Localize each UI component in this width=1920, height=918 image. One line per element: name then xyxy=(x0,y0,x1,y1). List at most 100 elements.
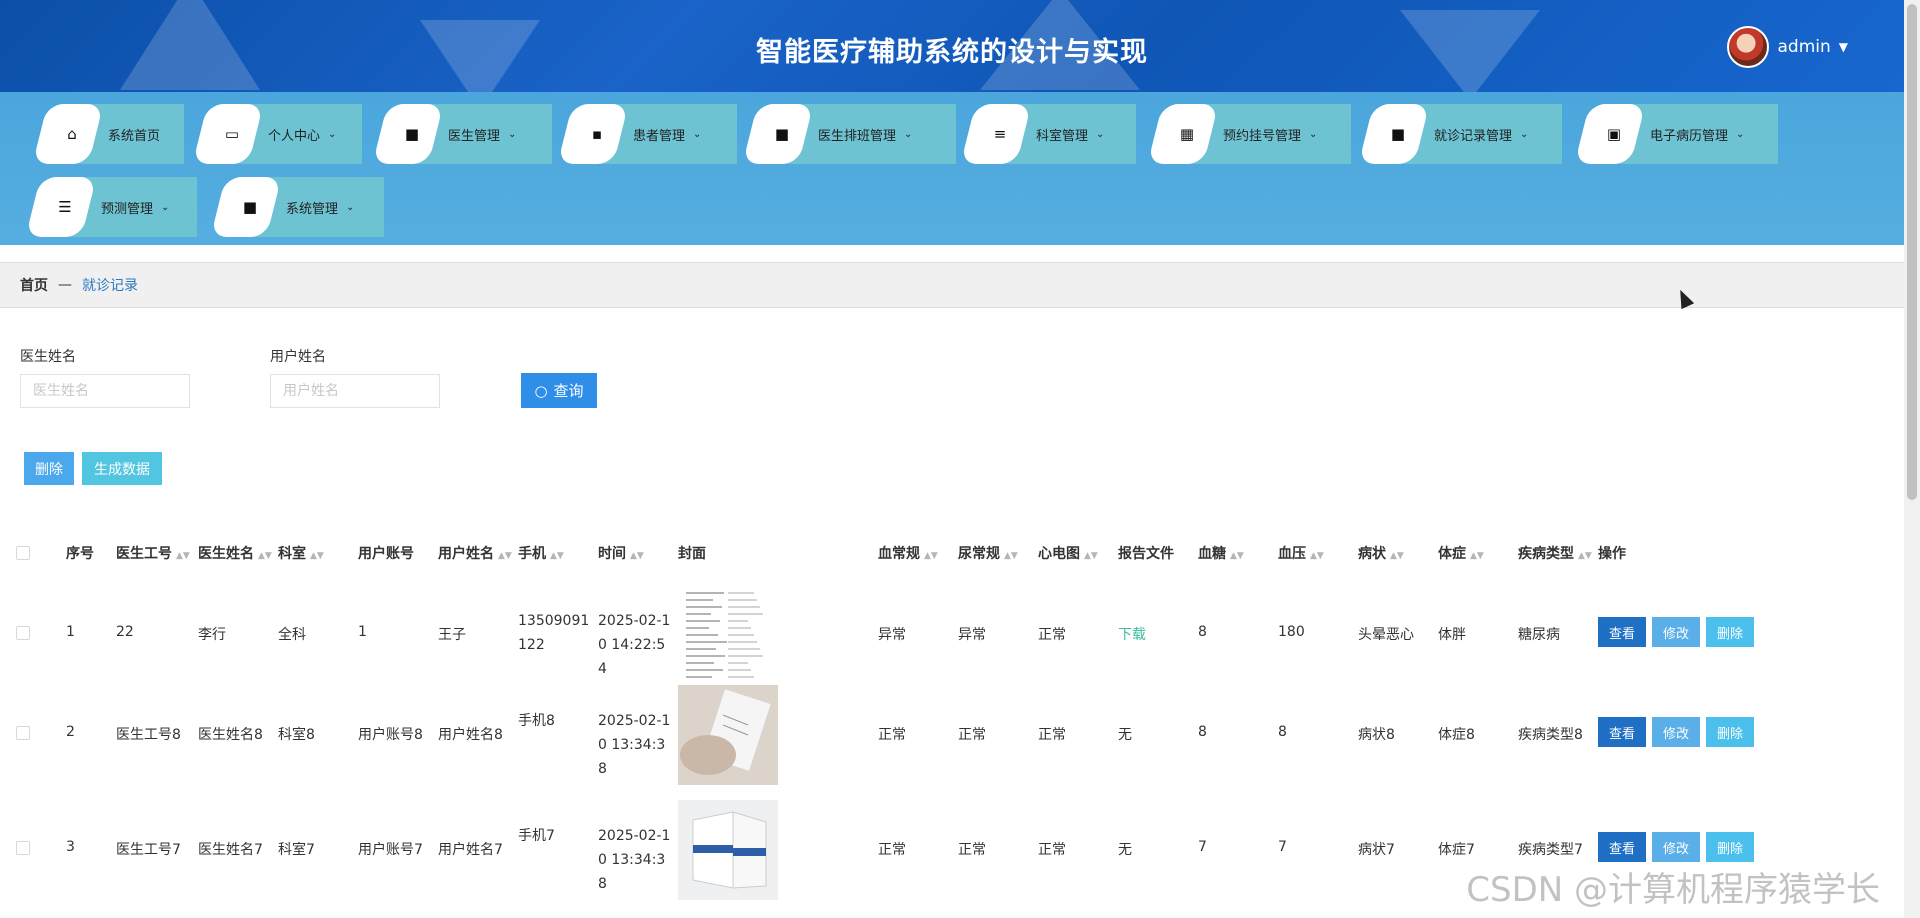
avatar xyxy=(1727,26,1770,68)
nav-label: 系统管理 xyxy=(286,201,339,217)
cell-symptom: 病状7 xyxy=(1358,842,1395,858)
cell-blood: 异常 xyxy=(878,627,906,643)
delete-button[interactable]: 删除 xyxy=(1706,717,1754,747)
row-checkbox[interactable] xyxy=(16,626,30,640)
column-header[interactable]: 医生姓名 ▲▼ xyxy=(198,543,272,563)
cell-account: 1 xyxy=(358,624,367,640)
nav-item-8[interactable]: ▣ 电子病历管理 ⌄ xyxy=(1604,104,1778,164)
view-button[interactable]: 查看 xyxy=(1598,617,1646,647)
sort-icon[interactable]: ▲▼ xyxy=(1390,551,1404,561)
briefcase-icon: ▣ xyxy=(1606,125,1622,143)
column-header[interactable]: 血糖 ▲▼ xyxy=(1198,543,1244,563)
cell-no: 1 xyxy=(66,624,75,640)
view-button[interactable]: 查看 xyxy=(1598,717,1646,747)
sort-icon[interactable]: ▲▼ xyxy=(550,551,564,561)
cell-urine: 正常 xyxy=(958,842,986,858)
edit-button[interactable]: 修改 xyxy=(1652,832,1700,862)
cell-doc_id: 医生工号7 xyxy=(116,842,181,858)
nav-item-4[interactable]: ■ 医生排班管理 ⌄ xyxy=(772,104,956,164)
wallet-icon: ▭ xyxy=(224,125,240,143)
column-header-label: 操作 xyxy=(1598,546,1626,562)
column-header[interactable]: 疾病类型 ▲▼ xyxy=(1518,543,1592,563)
nav-item-1[interactable]: ▭ 个人中心 ⌄ xyxy=(222,104,362,164)
caret-down-icon: ▼ xyxy=(1838,40,1848,54)
scroll-thumb[interactable] xyxy=(1907,4,1917,500)
cell-report[interactable]: 下载 xyxy=(1118,624,1146,644)
cell-sign: 体症7 xyxy=(1438,842,1475,858)
nav-icon-tab: ■ xyxy=(1366,104,1428,164)
sort-icon[interactable]: ▲▼ xyxy=(1470,551,1484,561)
column-header[interactable]: 时间 ▲▼ xyxy=(598,543,644,563)
column-header-label: 医生工号 xyxy=(116,546,172,562)
column-header[interactable]: 心电图 ▲▼ xyxy=(1038,543,1098,563)
nav-item-0[interactable]: ⌂ 系统首页 xyxy=(62,104,184,164)
query-button[interactable]: ○ 查询 xyxy=(521,373,597,408)
column-header-label: 时间 xyxy=(598,546,626,562)
nav-item-2[interactable]: ■ 医生管理 ⌄ xyxy=(402,104,552,164)
cell-doc_name: 李行 xyxy=(198,627,226,643)
user-menu[interactable]: admin ▼ xyxy=(1727,26,1848,68)
column-header[interactable]: 体症 ▲▼ xyxy=(1438,543,1484,563)
user-name-input[interactable] xyxy=(270,374,440,408)
sort-icon[interactable]: ▲▼ xyxy=(498,551,512,561)
column-header[interactable]: 科室 ▲▼ xyxy=(278,543,324,563)
nav-item-7[interactable]: ■ 就诊记录管理 ⌄ xyxy=(1388,104,1562,164)
delete-button[interactable]: 删除 xyxy=(1706,832,1754,862)
column-header-label: 医生姓名 xyxy=(198,546,254,562)
sort-icon[interactable]: ▲▼ xyxy=(176,551,190,561)
nav-icon-tab: ▪ xyxy=(565,104,627,164)
cell-phone: 手机7 xyxy=(518,828,555,844)
cell-sign: 体症8 xyxy=(1438,727,1475,743)
row-checkbox[interactable] xyxy=(16,726,30,740)
sort-icon[interactable]: ▲▼ xyxy=(310,551,324,561)
delete-button[interactable]: 删除 xyxy=(1706,617,1754,647)
chevron-down-icon: ⌄ xyxy=(346,201,355,213)
breadcrumb-home[interactable]: 首页 xyxy=(20,275,48,295)
column-header-label: 血压 xyxy=(1278,546,1306,562)
column-header-label: 疾病类型 xyxy=(1518,546,1574,562)
sort-icon[interactable]: ▲▼ xyxy=(924,551,938,561)
column-header[interactable]: 血常规 ▲▼ xyxy=(878,543,938,563)
cover-image[interactable] xyxy=(678,585,778,685)
column-header-label: 尿常规 xyxy=(958,546,1000,562)
sort-icon[interactable]: ▲▼ xyxy=(1004,551,1018,561)
doctor-name-input[interactable] xyxy=(20,374,190,408)
nav-item-10[interactable]: ■ 系统管理 ⌄ xyxy=(240,177,384,237)
cell-account: 用户账号8 xyxy=(358,727,423,743)
row-checkbox[interactable] xyxy=(16,841,30,855)
nav-item-3[interactable]: ▪ 患者管理 ⌄ xyxy=(587,104,737,164)
nav-icon-tab: ⌂ xyxy=(40,104,102,164)
sort-icon[interactable]: ▲▼ xyxy=(1578,551,1592,561)
column-header[interactable]: 医生工号 ▲▼ xyxy=(116,543,190,563)
column-header[interactable]: 血压 ▲▼ xyxy=(1278,543,1324,563)
nav-item-6[interactable]: ▦ 预约挂号管理 ⌄ xyxy=(1177,104,1351,164)
sort-icon[interactable]: ▲▼ xyxy=(1230,551,1244,561)
nav-icon-tab: ■ xyxy=(750,104,812,164)
cell-user: 王子 xyxy=(438,627,466,643)
edit-button[interactable]: 修改 xyxy=(1652,617,1700,647)
chevron-down-icon: ⌄ xyxy=(904,128,913,140)
cell-no: 3 xyxy=(66,839,75,855)
cover-image[interactable] xyxy=(678,685,778,785)
column-header[interactable]: 尿常规 ▲▼ xyxy=(958,543,1018,563)
column-header[interactable]: 手机 ▲▼ xyxy=(518,543,564,563)
cell-disease: 糖尿病 xyxy=(1518,627,1560,643)
cover-image[interactable] xyxy=(678,800,778,900)
cell-urine: 正常 xyxy=(958,727,986,743)
generate-data-button[interactable]: 生成数据 xyxy=(82,452,162,485)
sort-icon[interactable]: ▲▼ xyxy=(258,551,272,561)
grid-icon: ■ xyxy=(1390,125,1406,143)
nav-item-5[interactable]: ≡ 科室管理 ⌄ xyxy=(990,104,1136,164)
select-all-checkbox[interactable] xyxy=(16,546,30,560)
nav-item-9[interactable]: ☰ 预测管理 ⌄ xyxy=(55,177,197,237)
cell-blood: 正常 xyxy=(878,842,906,858)
page-scrollbar[interactable] xyxy=(1904,0,1920,918)
edit-button[interactable]: 修改 xyxy=(1652,717,1700,747)
sort-icon[interactable]: ▲▼ xyxy=(1084,551,1098,561)
column-header[interactable]: 病状 ▲▼ xyxy=(1358,543,1404,563)
batch-delete-button[interactable]: 删除 xyxy=(24,452,74,485)
sort-icon[interactable]: ▲▼ xyxy=(630,551,644,561)
sort-icon[interactable]: ▲▼ xyxy=(1310,551,1324,561)
column-header[interactable]: 用户姓名 ▲▼ xyxy=(438,543,512,563)
view-button[interactable]: 查看 xyxy=(1598,832,1646,862)
